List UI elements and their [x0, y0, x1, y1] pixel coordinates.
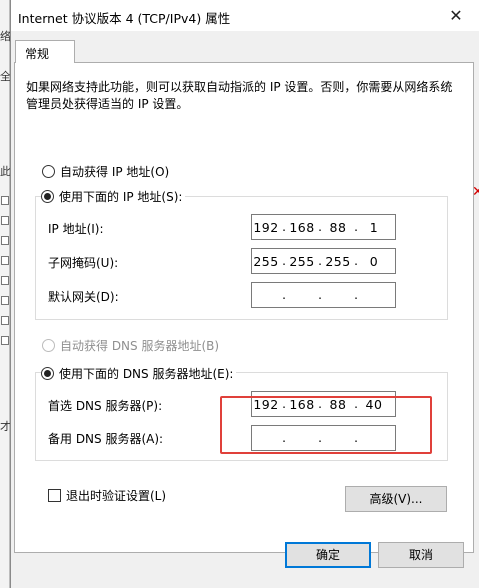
ip-octet: 88: [329, 219, 347, 235]
background-checkbox: [1, 256, 9, 265]
tcpip-properties-dialog: Internet 协议版本 4 (TCP/IPv4) 属性 ✕ 常规 如果网络支…: [10, 0, 479, 588]
subnet-mask-label: 子网掩码(U):: [48, 256, 119, 270]
background-window: 络 全 此 才: [0, 0, 11, 588]
ip-octet: 192: [253, 219, 279, 235]
background-checkbox: [1, 196, 9, 205]
validate-settings-option[interactable]: 退出时验证设置(L): [48, 487, 166, 503]
close-icon[interactable]: ✕: [445, 6, 467, 26]
ip-octet: 1: [369, 219, 379, 235]
validate-settings-checkbox[interactable]: [48, 488, 61, 502]
subnet-mask-input[interactable]: 255. 255. 255. 0: [251, 248, 396, 274]
validate-settings-label: 退出时验证设置(L): [66, 488, 167, 503]
background-checkbox: [1, 236, 9, 245]
preferred-dns-label: 首选 DNS 服务器(P):: [48, 399, 163, 413]
background-checkbox: [1, 296, 9, 305]
window-title: Internet 协议版本 4 (TCP/IPv4) 属性: [18, 11, 231, 26]
manual-ip-label: 使用下面的 IP 地址(S):: [59, 189, 183, 204]
tab-label: 常规: [25, 47, 50, 61]
tab-general[interactable]: 常规: [15, 40, 75, 63]
background-checkbox: [1, 336, 9, 345]
mask-octet: 255: [325, 253, 351, 269]
description-text: 如果网络支持此功能，则可以获取自动指派的 IP 设置。否则，你需要从网络系统管理…: [26, 80, 453, 111]
auto-ip-radio[interactable]: [42, 164, 55, 178]
background-checkbox: [1, 216, 9, 225]
highlight-box: [220, 396, 432, 454]
background-checkbox: [1, 276, 9, 285]
advanced-button[interactable]: 高级(V)...: [345, 486, 447, 512]
manual-ip-option[interactable]: 使用下面的 IP 地址(S):: [41, 188, 186, 204]
ip-address-label: IP 地址(I):: [48, 222, 104, 236]
auto-dns-label: 自动获得 DNS 服务器地址(B): [60, 338, 220, 353]
auto-dns-radio[interactable]: [42, 338, 55, 352]
mask-octet: 255: [253, 253, 279, 269]
cancel-button[interactable]: 取消: [378, 542, 464, 568]
dialog-body: 常规 如果网络支持此功能，则可以获取自动指派的 IP 设置。否则，你需要从网络系…: [11, 31, 479, 588]
ok-button[interactable]: 确定: [285, 542, 371, 568]
manual-dns-label: 使用下面的 DNS 服务器地址(E):: [59, 366, 234, 381]
background-checkbox: [1, 316, 9, 325]
gateway-label: 默认网关(D):: [48, 290, 119, 304]
alternate-dns-label: 备用 DNS 服务器(A):: [48, 432, 164, 446]
auto-dns-option[interactable]: 自动获得 DNS 服务器地址(B): [42, 337, 219, 353]
error-mark-icon: ✕: [472, 184, 479, 200]
auto-ip-label: 自动获得 IP 地址(O): [60, 164, 170, 179]
ip-octet: 168: [289, 219, 315, 235]
manual-dns-radio[interactable]: [41, 366, 54, 380]
manual-dns-option[interactable]: 使用下面的 DNS 服务器地址(E):: [41, 365, 237, 381]
mask-octet: 255: [289, 253, 315, 269]
gateway-input[interactable]: . . .: [251, 282, 396, 308]
auto-ip-option[interactable]: 自动获得 IP 地址(O): [42, 163, 169, 179]
mask-octet: 0: [369, 253, 379, 269]
ip-address-input[interactable]: 192. 168. 88. 1: [251, 214, 396, 240]
title-bar[interactable]: Internet 协议版本 4 (TCP/IPv4) 属性 ✕: [11, 0, 479, 31]
manual-ip-radio[interactable]: [41, 189, 54, 203]
